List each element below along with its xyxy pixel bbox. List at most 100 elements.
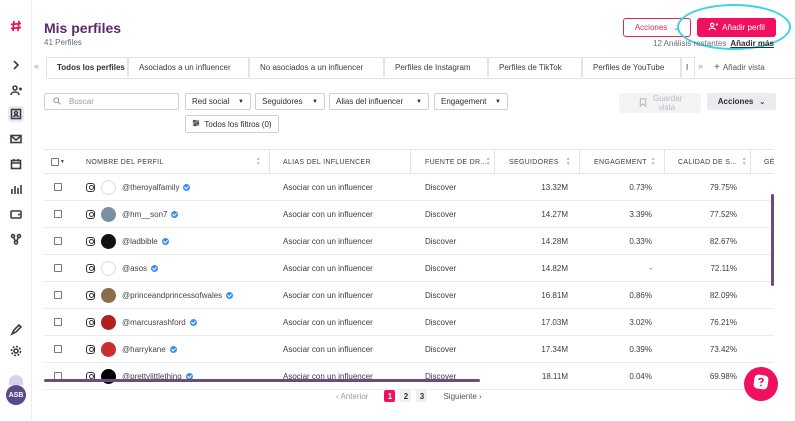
table-actions-button[interactable]: Acciones ⌄ [707, 93, 776, 110]
engagement-cell: 0.86% [629, 290, 652, 300]
tab-youtube[interactable]: Perfiles de YouTube [582, 57, 681, 77]
row-checkbox[interactable] [54, 318, 62, 326]
profile-avatar[interactable] [101, 233, 116, 249]
profile-handle[interactable]: @asos [122, 264, 147, 273]
profile-avatar[interactable] [101, 179, 116, 195]
table-row[interactable]: @harrykane Asociar con un influencer Disco… [44, 336, 774, 363]
alias-cell[interactable]: Asociar con un influencer [283, 201, 373, 227]
sort-icon: ▲ ▼ [485, 156, 491, 167]
filter-alias[interactable]: Alias del influencer ▼ [329, 93, 429, 110]
bar-chart-icon[interactable] [8, 181, 24, 197]
row-checkbox-cell [54, 336, 62, 362]
page-3-button[interactable]: 3 [416, 390, 428, 402]
profile-handle[interactable]: @princeandprincessofwales [122, 291, 222, 300]
gear-icon[interactable] [8, 343, 24, 359]
row-checkbox[interactable] [54, 264, 62, 272]
page-2-button[interactable]: 2 [400, 390, 412, 402]
table-row[interactable]: @marcusrashford Asociar con un influencer… [44, 309, 774, 336]
col-quality[interactable]: CALIDAD DE S... ▲ ▼ [665, 150, 751, 174]
followers-cell: 14.27M [541, 209, 568, 219]
rocket-icon[interactable] [8, 322, 24, 338]
row-checkbox[interactable] [54, 291, 62, 299]
alias-cell[interactable]: Asociar con un influencer [283, 336, 373, 362]
col-engagement[interactable]: ENGAGEMENT ▲ ▼ [580, 150, 665, 174]
profile-avatar[interactable] [101, 260, 116, 276]
alias-cell[interactable]: Asociar con un influencer [283, 228, 373, 254]
users-icon[interactable] [8, 82, 24, 98]
instagram-icon [86, 236, 95, 246]
logo-icon[interactable] [8, 18, 24, 34]
table-row[interactable]: @prettylittlething Asociar con un influen… [44, 363, 774, 390]
source-cell: Discover [425, 182, 457, 192]
profile-avatar[interactable] [101, 206, 116, 222]
mail-icon[interactable] [8, 131, 24, 147]
table-row[interactable]: @princeandprincessofwales Asociar con un … [44, 282, 774, 309]
alias-cell[interactable]: Asociar con un influencer [283, 282, 373, 308]
profile-avatar[interactable] [101, 341, 116, 357]
tab-more[interactable]: I [681, 57, 695, 77]
tabs-scroll-right-icon[interactable]: » [698, 61, 703, 71]
followers-cell: 17.03M [541, 317, 568, 327]
table-row[interactable]: @theroyalfamily Asociar con un influencer… [44, 174, 774, 201]
profile-handle[interactable]: @marcusrashford [122, 318, 186, 327]
row-checkbox-cell [54, 228, 62, 254]
profile-handle[interactable]: @theroyalfamily [122, 183, 179, 192]
calendar-icon[interactable] [8, 156, 24, 172]
table-row[interactable]: @asos Asociar con un influencer Discover 14… [44, 255, 774, 282]
profile-cell: @prettylittlething [86, 363, 193, 389]
all-filters-button[interactable]: Todos los filtros (0) [185, 115, 279, 133]
profile-handle[interactable]: @harrykane [122, 345, 166, 354]
tab-instagram[interactable]: Perfiles de Instagram [384, 57, 488, 77]
col-profile-name[interactable]: NOMBRE DEL PERFIL ▲ ▼ [72, 150, 270, 174]
sort-icon: ▲ ▼ [650, 156, 656, 167]
table-row[interactable]: @hm__son7 Asociar con un influencer Discov… [44, 201, 774, 228]
select-all-checkbox[interactable]: ▼ [44, 150, 72, 174]
add-view-button[interactable]: + Añadir vista [714, 62, 765, 73]
filter-seguidores[interactable]: Seguidores ▼ [255, 93, 325, 110]
profile-avatar[interactable] [101, 314, 116, 330]
col-alias[interactable]: ALIAS DEL INFLUENCER [270, 150, 411, 174]
alias-cell[interactable]: Asociar con un influencer [283, 174, 373, 200]
row-checkbox[interactable] [54, 237, 62, 245]
profile-handle[interactable]: @ladbible [122, 237, 158, 246]
alias-cell[interactable]: Asociar con un influencer [283, 255, 373, 281]
horizontal-scrollbar[interactable] [44, 379, 480, 382]
next-page-button[interactable]: Siguiente › [443, 392, 481, 401]
wallet-icon[interactable] [8, 206, 24, 222]
col-followers[interactable]: SEGUIDORES ▲ ▼ [495, 150, 580, 174]
filter-red-social[interactable]: Red social ▼ [185, 93, 251, 110]
vertical-scrollbar[interactable] [771, 194, 774, 286]
search-input[interactable]: Buscar [44, 93, 179, 110]
tab-associated[interactable]: Asociados a un influencer [128, 57, 249, 77]
alias-cell[interactable]: Asociar con un influencer [283, 363, 373, 389]
profiles-icon[interactable] [8, 106, 24, 122]
avatar[interactable]: ASB [6, 385, 26, 405]
page-1-button[interactable]: 1 [384, 390, 396, 402]
row-checkbox[interactable] [54, 210, 62, 218]
profile-avatar[interactable] [101, 287, 116, 303]
col-label: CALIDAD DE S... [678, 158, 737, 166]
prev-page-button[interactable]: ‹ Anterior [336, 392, 368, 401]
network-icon[interactable] [8, 231, 24, 247]
source-cell: Discover [425, 290, 457, 300]
save-view-button[interactable]: Guardar vista [619, 93, 701, 113]
alias-cell[interactable]: Asociar con un influencer [283, 309, 373, 335]
filter-engagement[interactable]: Engagement ▼ [434, 93, 508, 110]
profile-handle[interactable]: @hm__son7 [122, 210, 167, 219]
row-checkbox[interactable] [54, 183, 62, 191]
tabs-scroll-left-icon[interactable]: « [34, 61, 39, 71]
col-source[interactable]: FUENTE DE DR... ▲ ▼ [411, 150, 495, 174]
tab-all-profiles[interactable]: Todos los perfiles [46, 57, 128, 77]
source-cell: Discover [425, 209, 457, 219]
help-chat-button[interactable] [744, 367, 778, 401]
table-row[interactable]: @ladbible Asociar con un influencer Discov… [44, 228, 774, 255]
checkbox[interactable] [50, 158, 59, 166]
tab-tiktok[interactable]: Perfiles de TikTok [488, 57, 582, 77]
profile-cell: @hm__son7 [86, 201, 179, 227]
row-checkbox[interactable] [54, 345, 62, 353]
col-gender[interactable]: GÉ [751, 150, 774, 174]
tab-not-associated[interactable]: No asociados a un influencer [249, 57, 384, 77]
expand-icon[interactable] [8, 57, 24, 73]
add-more-link[interactable]: Añadir más [730, 39, 774, 48]
quality-cell: 73.42% [709, 344, 737, 354]
